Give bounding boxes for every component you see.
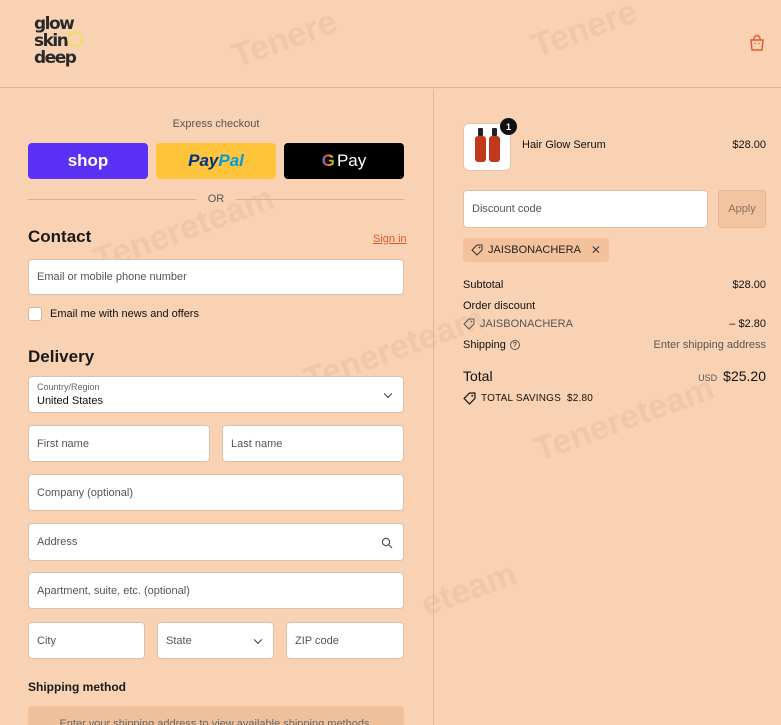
tag-icon (463, 392, 476, 405)
total-value-row: USD $25.20 (600, 368, 766, 384)
shipping-method-title: Shipping method (28, 680, 126, 694)
product-name: Hair Glow Serum (522, 139, 606, 151)
shipping-row-label: Shipping? (463, 339, 520, 351)
shop-pay-button[interactable]: shop (28, 143, 148, 179)
email-field[interactable]: Email or mobile phone number (28, 259, 404, 295)
paypal-button[interactable]: Pay Pal (156, 143, 276, 179)
express-checkout-label: Express checkout (172, 118, 260, 130)
logo-line-skin: skin (34, 31, 69, 51)
currency-code: USD (698, 373, 718, 383)
country-value: United States (37, 395, 104, 407)
order-discount-value: – $2.80 (729, 318, 766, 330)
country-select[interactable]: Country/Region United States (28, 376, 404, 413)
total-savings-label: TOTAL SAVINGS (481, 393, 562, 404)
order-discount-code: JAISBONACHERA (480, 318, 573, 330)
address-field[interactable]: Address (28, 523, 404, 561)
paypal-label-part2: Pal (218, 151, 244, 170)
chevron-down-icon (383, 389, 393, 398)
chevron-down-icon (253, 635, 263, 644)
logo-line-glow: glow (34, 14, 75, 34)
zip-field[interactable]: ZIP code (286, 622, 404, 659)
delivery-title: Delivery (28, 347, 95, 366)
tag-icon (471, 244, 483, 256)
company-field[interactable]: Company (optional) (28, 474, 404, 511)
last-name-field[interactable]: Last name (222, 425, 404, 462)
close-icon[interactable]: ✕ (591, 243, 601, 257)
google-pay-label: Pay (336, 151, 367, 170)
order-discount-code-row: JAISBONACHERA (463, 318, 573, 330)
shipping-label: Shipping (463, 339, 506, 351)
logo-line-deep: deep (34, 48, 77, 68)
newsletter-checkbox[interactable] (28, 307, 42, 321)
total-savings: TOTAL SAVINGS $2.80 (463, 392, 593, 405)
total-label: Total (463, 368, 493, 384)
city-field[interactable]: City (28, 622, 145, 659)
shop-pay-label: shop (67, 151, 109, 170)
apply-discount-button[interactable]: Apply (718, 190, 766, 228)
email-placeholder: Email or mobile phone number (37, 271, 187, 283)
or-divider: OR (28, 193, 404, 205)
brand-logo[interactable]: glow skin deep (34, 16, 94, 72)
quantity-badge: 1 (500, 118, 517, 135)
address-placeholder: Address (37, 536, 78, 548)
discount-code-field[interactable]: Discount code (463, 190, 708, 228)
newsletter-label: Email me with news and offers (50, 308, 199, 320)
shipping-value: Enter shipping address (653, 339, 766, 351)
bottle-image (489, 128, 500, 162)
company-placeholder: Company (optional) (37, 486, 133, 499)
sign-in-link[interactable]: Sign in (373, 233, 407, 245)
tag-icon (463, 318, 475, 330)
state-select[interactable]: State (157, 622, 274, 659)
applied-discount-code: JAISBONACHERA (488, 244, 581, 256)
help-circle-icon[interactable]: ? (509, 340, 520, 351)
column-divider (433, 89, 434, 725)
apartment-placeholder: Apartment, suite, etc. (optional) (37, 584, 190, 597)
shipping-method-placeholder: Enter your shipping address to view avai… (28, 706, 404, 725)
zip-placeholder: ZIP code (295, 634, 339, 647)
country-label: Country/Region (37, 382, 100, 392)
header: glow skin deep (0, 0, 781, 88)
watermark: Tenereteam (529, 368, 720, 470)
total-savings-value: $2.80 (567, 393, 594, 404)
order-discount-label: Order discount (463, 300, 536, 312)
or-line-right (236, 199, 404, 200)
paypal-label-part1: Pay (188, 151, 219, 170)
state-placeholder: State (166, 634, 192, 647)
google-pay-button[interactable]: G Pay (284, 143, 404, 179)
total-value: $25.20 (723, 368, 766, 384)
first-name-placeholder: First name (37, 437, 89, 450)
discount-code-placeholder: Discount code (472, 203, 542, 215)
first-name-field[interactable]: First name (28, 425, 210, 462)
newsletter-option[interactable]: Email me with news and offers (28, 307, 199, 321)
shopping-bag-icon[interactable] (748, 34, 766, 52)
google-g-icon: G (321, 151, 335, 170)
applied-discount-chip: JAISBONACHERA ✕ (463, 238, 609, 262)
subtotal-label: Subtotal (463, 279, 504, 291)
contact-title: Contact (28, 227, 92, 246)
last-name-placeholder: Last name (231, 437, 283, 450)
subtotal-value: $28.00 (732, 279, 766, 291)
apartment-field[interactable]: Apartment, suite, etc. (optional) (28, 572, 404, 609)
bottle-image (475, 128, 486, 162)
product-price: $28.00 (732, 139, 766, 151)
city-placeholder: City (37, 634, 56, 647)
logo-ring (67, 31, 83, 47)
search-icon[interactable] (381, 537, 393, 549)
